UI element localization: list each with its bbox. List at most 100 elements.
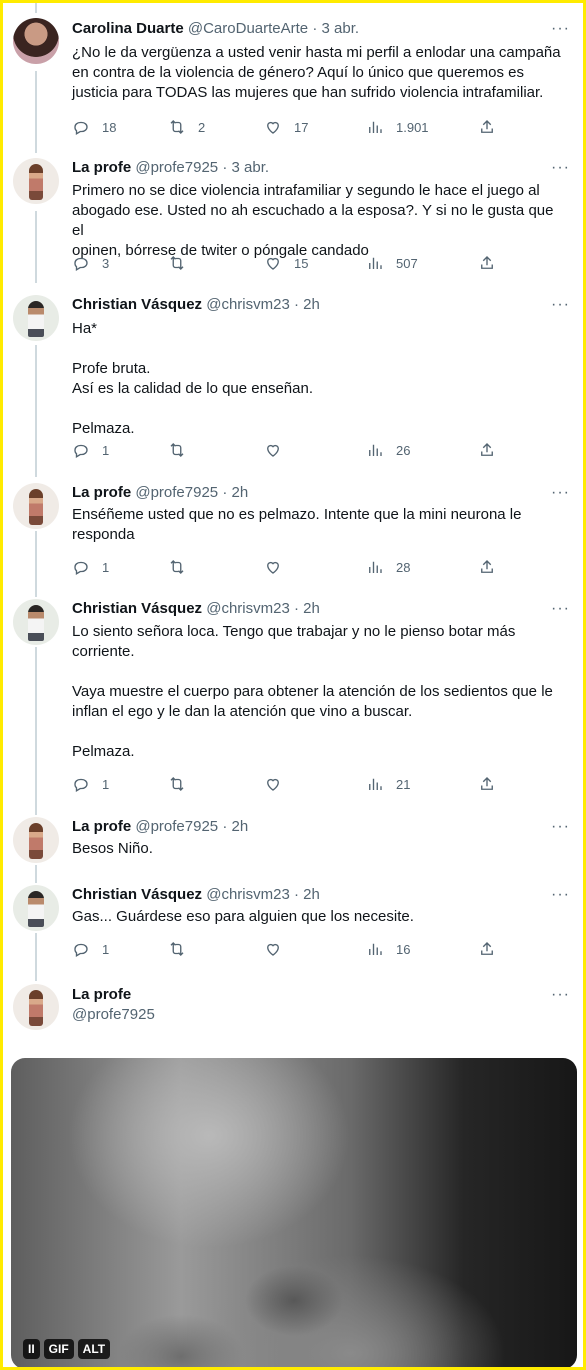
- display-name[interactable]: La profe: [72, 986, 131, 1003]
- like-count: 15: [294, 255, 309, 271]
- avatar-profe[interactable]: [13, 984, 59, 1030]
- more-icon[interactable]: ···: [551, 885, 570, 905]
- share-icon: [481, 256, 493, 269]
- views-button[interactable]: 21: [366, 774, 410, 794]
- reply-count: 3: [102, 255, 110, 271]
- views-button[interactable]: 1.901: [366, 117, 429, 137]
- share-button[interactable]: [478, 117, 496, 137]
- views-button[interactable]: 26: [366, 440, 410, 460]
- more-icon[interactable]: ···: [551, 483, 570, 503]
- display-name[interactable]: Christian Vásquez: [72, 600, 202, 617]
- handle[interactable]: @profe7925: [135, 484, 218, 501]
- display-name[interactable]: Christian Vásquez: [72, 886, 202, 903]
- handle[interactable]: @chrisvm23: [206, 600, 290, 617]
- handle[interactable]: @profe7925: [72, 1006, 155, 1023]
- avatar-christian[interactable]: [13, 599, 59, 645]
- timestamp[interactable]: 2h: [303, 600, 320, 617]
- reply-button[interactable]: 1: [72, 440, 109, 460]
- retweet-button[interactable]: [168, 253, 198, 273]
- tweet-handle-line: @profe7925: [72, 1005, 568, 1025]
- tweet-header: La profe: [72, 985, 568, 1005]
- views-count: 26: [396, 442, 411, 458]
- tweet-text: Enséñeme usted que no es pelmazo. Intent…: [72, 505, 566, 545]
- tweet-text-line: Primero no se dice violencia intrafamili…: [72, 182, 540, 199]
- share-button[interactable]: [478, 557, 496, 577]
- timestamp[interactable]: 3 abr.: [232, 159, 270, 176]
- views-icon: [369, 121, 382, 133]
- retweet-count: 2: [198, 119, 206, 135]
- views-button[interactable]: 28: [366, 557, 410, 577]
- display-name[interactable]: Carolina Duarte: [72, 20, 184, 37]
- share-button[interactable]: [478, 253, 496, 273]
- display-name[interactable]: La profe: [72, 818, 131, 835]
- retweet-button[interactable]: 2: [168, 117, 205, 137]
- timestamp[interactable]: 2h: [303, 296, 320, 313]
- more-icon[interactable]: ···: [551, 19, 570, 39]
- thread-line: [35, 71, 37, 153]
- more-icon[interactable]: ···: [551, 158, 570, 178]
- reply-icon: [74, 943, 88, 957]
- tweet-text-line: Gas... Guárdese eso para alguien que los…: [72, 908, 414, 925]
- thread-line: [35, 647, 37, 815]
- reply-button[interactable]: 1: [72, 557, 109, 577]
- handle[interactable]: @profe7925: [135, 159, 218, 176]
- avatar-christian[interactable]: [13, 885, 59, 931]
- tweet-header: Christian Vásquez @chrisvm23 · 2h: [72, 295, 568, 315]
- avatar-profe[interactable]: [13, 483, 59, 529]
- share-button[interactable]: [478, 774, 496, 794]
- avatar-profe[interactable]: [13, 158, 59, 204]
- reply-button[interactable]: 1: [72, 939, 109, 959]
- handle[interactable]: @chrisvm23: [206, 886, 290, 903]
- reply-button[interactable]: 18: [72, 117, 116, 137]
- retweet-icon: [170, 443, 184, 457]
- tweet-text-line: Profe bruta.: [72, 360, 151, 377]
- views-count: 21: [396, 776, 411, 792]
- display-name[interactable]: La profe: [72, 159, 131, 176]
- tweet-text-line: en contra de la violencia de género? Aqu…: [72, 64, 524, 81]
- avatar-profe[interactable]: [13, 817, 59, 863]
- views-button[interactable]: 507: [366, 253, 418, 273]
- alt-badge[interactable]: ALT: [77, 1339, 111, 1359]
- reply-button[interactable]: 1: [72, 774, 109, 794]
- handle[interactable]: @CaroDuarteArte: [188, 20, 308, 37]
- display-name[interactable]: La profe: [72, 484, 131, 501]
- share-icon: [481, 942, 493, 955]
- share-button[interactable]: [478, 440, 496, 460]
- avatar-carolina[interactable]: [13, 18, 59, 64]
- timestamp[interactable]: 2h: [232, 484, 249, 501]
- share-button[interactable]: [478, 939, 496, 959]
- more-icon[interactable]: ···: [551, 599, 570, 619]
- tweet-text-line: Pelmaza.: [72, 743, 135, 760]
- timestamp[interactable]: 2h: [232, 818, 249, 835]
- more-icon[interactable]: ···: [551, 817, 570, 837]
- like-button[interactable]: [264, 557, 282, 577]
- like-button[interactable]: 17: [264, 117, 308, 137]
- timestamp[interactable]: 2h: [303, 886, 320, 903]
- tweet-actions: 3 15 507: [72, 253, 560, 273]
- display-name[interactable]: Christian Vásquez: [72, 296, 202, 313]
- reply-button[interactable]: 3: [72, 253, 109, 273]
- views-button[interactable]: 16: [366, 939, 410, 959]
- like-button[interactable]: [264, 774, 282, 794]
- like-button[interactable]: 15: [264, 253, 308, 273]
- handle[interactable]: @profe7925: [135, 818, 218, 835]
- pause-button[interactable]: II: [23, 1339, 40, 1359]
- avatar-christian[interactable]: [13, 295, 59, 341]
- retweet-button[interactable]: [168, 774, 186, 794]
- thread-line: [35, 345, 37, 477]
- thread-line: [35, 933, 37, 981]
- retweet-icon: [170, 560, 184, 574]
- tweet-text-line: Ha*: [72, 320, 98, 337]
- retweet-button[interactable]: [168, 440, 186, 460]
- reply-count: 1: [102, 559, 110, 575]
- like-button[interactable]: [264, 440, 282, 460]
- gif-media[interactable]: II GIF ALT: [11, 1058, 577, 1367]
- more-icon[interactable]: ···: [551, 295, 570, 315]
- like-button[interactable]: [264, 939, 282, 959]
- retweet-button[interactable]: [168, 939, 186, 959]
- handle[interactable]: @chrisvm23: [206, 296, 290, 313]
- timestamp[interactable]: 3 abr.: [322, 20, 360, 37]
- retweet-button[interactable]: [168, 557, 186, 577]
- more-icon[interactable]: ···: [551, 985, 570, 1005]
- heart-icon: [267, 778, 279, 791]
